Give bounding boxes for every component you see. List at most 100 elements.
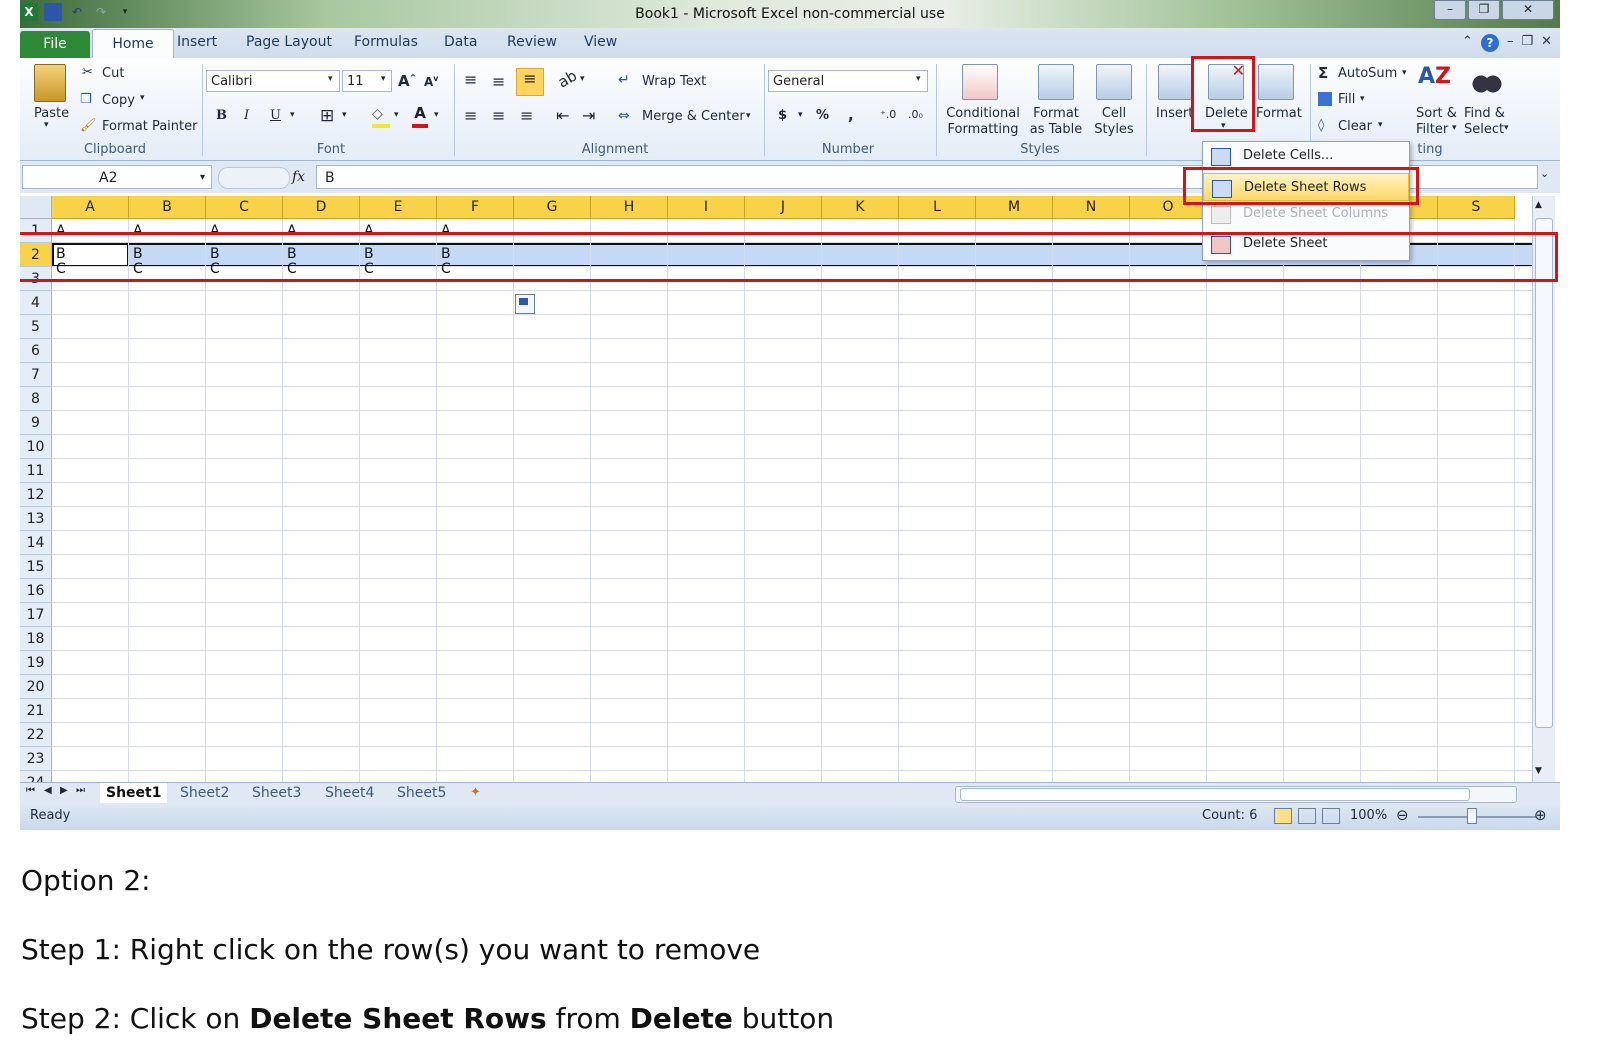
- column-header-a[interactable]: A: [52, 196, 129, 219]
- column-header-s[interactable]: S: [1438, 196, 1515, 219]
- orientation-dropdown-icon[interactable]: ▾: [580, 74, 585, 84]
- format-as-table-label1[interactable]: Format: [1028, 106, 1084, 121]
- column-header-h[interactable]: H: [591, 196, 668, 219]
- tab-formulas[interactable]: Formulas: [354, 34, 418, 50]
- minimize-ribbon-icon[interactable]: ⌃: [1462, 34, 1473, 52]
- row-header-18[interactable]: 18: [20, 627, 52, 651]
- close-icon[interactable]: ✕: [1502, 0, 1554, 20]
- column-header-j[interactable]: J: [745, 196, 822, 219]
- row-header-9[interactable]: 9: [20, 411, 52, 435]
- percent-button[interactable]: %: [816, 108, 829, 123]
- scroll-up-icon[interactable]: ▲: [1535, 200, 1542, 210]
- increase-indent-icon[interactable]: ⇥: [582, 106, 595, 125]
- underline-dropdown-icon[interactable]: ▾: [290, 110, 295, 120]
- normal-view-icon[interactable]: [1274, 808, 1292, 824]
- row-header-13[interactable]: 13: [20, 507, 52, 531]
- font-size-dropdown-icon[interactable]: ▾: [381, 74, 386, 84]
- row-header-22[interactable]: 22: [20, 723, 52, 747]
- row-header-6[interactable]: 6: [20, 339, 52, 363]
- menu-item-delete-cells[interactable]: Delete Cells...: [1203, 142, 1409, 170]
- clear-dropdown-icon[interactable]: ▾: [1378, 120, 1383, 130]
- insert-function-icon[interactable]: fx: [292, 169, 305, 185]
- vertical-scroll-thumb[interactable]: [1535, 218, 1553, 728]
- tab-review[interactable]: Review: [507, 34, 557, 50]
- align-right-icon[interactable]: ≡: [520, 106, 533, 125]
- increase-decimal-icon[interactable]: ⁺.0: [880, 108, 896, 121]
- cell-styles-label2[interactable]: Styles: [1094, 122, 1134, 137]
- minimize-icon[interactable]: –: [1434, 0, 1466, 20]
- borders-icon[interactable]: ⊞: [320, 106, 334, 126]
- bold-button[interactable]: B: [216, 108, 227, 123]
- maximize-icon[interactable]: ❐: [1468, 0, 1500, 20]
- align-center-icon[interactable]: ≡: [492, 106, 505, 125]
- row-header-21[interactable]: 21: [20, 699, 52, 723]
- wrap-text-button[interactable]: Wrap Text: [642, 74, 706, 89]
- borders-dropdown-icon[interactable]: ▾: [342, 110, 347, 120]
- select-all-corner[interactable]: [20, 196, 52, 219]
- name-box-dropdown-icon[interactable]: ▾: [200, 166, 205, 190]
- currency-dropdown-icon[interactable]: ▾: [798, 110, 803, 120]
- row-header-10[interactable]: 10: [20, 435, 52, 459]
- conditional-formatting-label2[interactable]: Formatting: [944, 122, 1022, 137]
- row-header-11[interactable]: 11: [20, 459, 52, 483]
- number-format-dropdown-icon[interactable]: ▾: [916, 74, 921, 84]
- sheet-nav-prev-icon[interactable]: ◀: [44, 785, 52, 796]
- font-name-dropdown-icon[interactable]: ▾: [328, 74, 333, 84]
- help-icon[interactable]: ?: [1480, 34, 1499, 52]
- fill-color-dropdown-icon[interactable]: ▾: [394, 110, 399, 120]
- font-color-icon[interactable]: A: [412, 104, 428, 128]
- row-header-5[interactable]: 5: [20, 315, 52, 339]
- paste-dropdown-icon[interactable]: ▾: [44, 120, 49, 130]
- sheet-nav-last-icon[interactable]: ⏭: [76, 785, 85, 796]
- sheet-tab-5[interactable]: Sheet5: [397, 783, 446, 803]
- row-header-16[interactable]: 16: [20, 579, 52, 603]
- row-header-15[interactable]: 15: [20, 555, 52, 579]
- insert-cells-icon[interactable]: [1158, 64, 1194, 100]
- column-header-n[interactable]: N: [1053, 196, 1130, 219]
- insert-sheet-icon[interactable]: ✦: [470, 785, 481, 800]
- sheet-nav-first-icon[interactable]: ⏮: [26, 785, 35, 796]
- decrease-decimal-icon[interactable]: .0₀: [908, 108, 923, 121]
- sheet-tab-3[interactable]: Sheet3: [252, 783, 301, 803]
- sort-filter-label2[interactable]: Filter: [1416, 122, 1448, 137]
- currency-button[interactable]: $: [778, 108, 787, 123]
- decrease-indent-icon[interactable]: ⇤: [556, 106, 569, 125]
- font-name-select[interactable]: Calibri: [206, 70, 340, 92]
- insert-button[interactable]: Insert: [1156, 106, 1193, 121]
- number-format-select[interactable]: General: [768, 70, 928, 92]
- sort-filter-dropdown-icon[interactable]: ▾: [1452, 123, 1457, 133]
- orientation-icon[interactable]: ab: [555, 67, 580, 92]
- format-painter-button[interactable]: Format Painter: [102, 119, 197, 134]
- column-header-i[interactable]: I: [668, 196, 745, 219]
- align-left-icon[interactable]: ≡: [464, 106, 477, 125]
- column-header-c[interactable]: C: [206, 196, 283, 219]
- cell-styles-icon[interactable]: [1096, 64, 1132, 100]
- sort-filter-icon[interactable]: AZ: [1418, 64, 1452, 98]
- vertical-scrollbar[interactable]: ▲ ▼: [1532, 196, 1555, 782]
- align-bottom-icon[interactable]: ≡: [516, 68, 544, 96]
- row-header-24[interactable]: 24: [20, 771, 52, 782]
- zoom-slider[interactable]: [1418, 816, 1536, 818]
- italic-button[interactable]: I: [244, 108, 249, 123]
- copy-dropdown-icon[interactable]: ▾: [140, 93, 145, 103]
- tab-home[interactable]: Home: [92, 29, 174, 59]
- find-select-label2[interactable]: Select: [1464, 122, 1504, 137]
- row-header-4[interactable]: 4: [20, 291, 52, 315]
- paste-button[interactable]: Paste: [34, 106, 69, 121]
- column-header-f[interactable]: F: [437, 196, 514, 219]
- fill-color-icon[interactable]: ◇: [372, 106, 390, 128]
- row-header-14[interactable]: 14: [20, 531, 52, 555]
- page-break-view-icon[interactable]: [1322, 808, 1340, 824]
- format-button[interactable]: Format: [1256, 106, 1302, 121]
- row-header-7[interactable]: 7: [20, 363, 52, 387]
- fill-dropdown-icon[interactable]: ▾: [1360, 94, 1365, 104]
- sheet-tab-4[interactable]: Sheet4: [325, 783, 374, 803]
- doc-minimize-icon[interactable]: –: [1507, 34, 1514, 52]
- grow-font-icon[interactable]: A^: [398, 72, 416, 90]
- scroll-down-icon[interactable]: ▼: [1535, 766, 1542, 776]
- align-middle-icon[interactable]: ≡: [492, 72, 505, 91]
- autosum-button[interactable]: AutoSum: [1338, 66, 1397, 81]
- find-select-icon[interactable]: [1472, 66, 1502, 96]
- tab-view[interactable]: View: [584, 34, 617, 50]
- row-header-19[interactable]: 19: [20, 651, 52, 675]
